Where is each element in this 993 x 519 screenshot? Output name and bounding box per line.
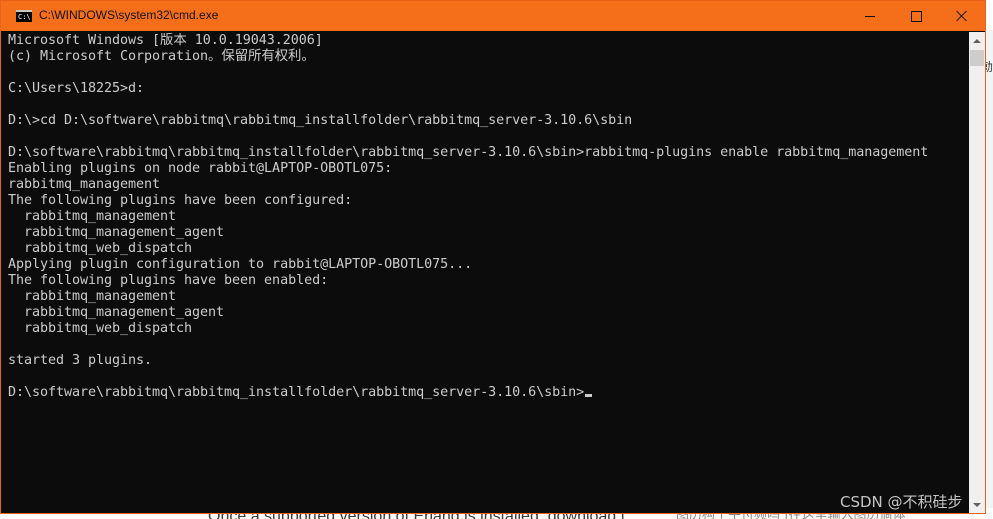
close-icon	[956, 10, 968, 22]
cmd-window[interactable]: C:\ C:\WINDOWS\system32\cmd.exe Microsof…	[0, 0, 986, 514]
console-line: rabbitmq_web_dispatch	[8, 321, 193, 336]
console-line: Microsoft Windows [版本 10.0.19043.2006]	[8, 33, 323, 48]
text-cursor	[585, 394, 593, 397]
console-line: rabbitmq_management	[8, 289, 177, 304]
vertical-scrollbar[interactable]	[969, 32, 985, 513]
close-button[interactable]	[939, 1, 985, 31]
cmd-icon-text: C:\	[18, 13, 31, 21]
scroll-thumb[interactable]	[970, 50, 984, 66]
scroll-up-button[interactable]	[969, 32, 985, 49]
console-output[interactable]: Microsoft Windows [版本 10.0.19043.2006] (c…	[8, 33, 968, 509]
console-line: rabbitmq_web_dispatch	[8, 241, 193, 256]
console-line: C:\Users\18225>d:	[8, 81, 145, 96]
title-bar[interactable]: C:\ C:\WINDOWS\system32\cmd.exe	[1, 1, 985, 31]
console-line: D:\>cd D:\software\rabbitmq\rabbitmq_ins…	[8, 113, 633, 128]
console-line: rabbitmq_management	[8, 177, 161, 192]
console-line: Enabling plugins on node rabbit@LAPTOP-O…	[8, 161, 393, 176]
console-line: Applying plugin configuration to rabbit@…	[8, 257, 473, 272]
scroll-down-arrow-icon	[973, 502, 981, 507]
maximize-icon	[910, 10, 922, 22]
maximize-button[interactable]	[893, 1, 939, 31]
console-line: rabbitmq_management	[8, 209, 177, 224]
csdn-watermark: CSDN @不积硅步	[840, 493, 963, 511]
console-line: started 3 plugins.	[8, 353, 153, 368]
minimize-icon	[865, 15, 875, 17]
minimize-button[interactable]	[847, 1, 893, 31]
console-line: rabbitmq_management_agent	[8, 305, 225, 320]
console-line: D:\software\rabbitmq\rabbitmq_installfol…	[8, 385, 968, 401]
scroll-down-button[interactable]	[969, 496, 985, 513]
window-title: C:\WINDOWS\system32\cmd.exe	[39, 8, 219, 22]
console-line: The following plugins have been configur…	[8, 193, 353, 208]
console-line: D:\software\rabbitmq\rabbitmq_installfol…	[8, 145, 929, 160]
console-line: The following plugins have been enabled:	[8, 273, 329, 288]
cmd-icon[interactable]: C:\	[16, 10, 32, 22]
scroll-up-arrow-icon	[973, 38, 981, 43]
console-line: rabbitmq_management_agent	[8, 225, 225, 240]
console-line: (c) Microsoft Corporation。保留所有权利。	[8, 49, 315, 64]
